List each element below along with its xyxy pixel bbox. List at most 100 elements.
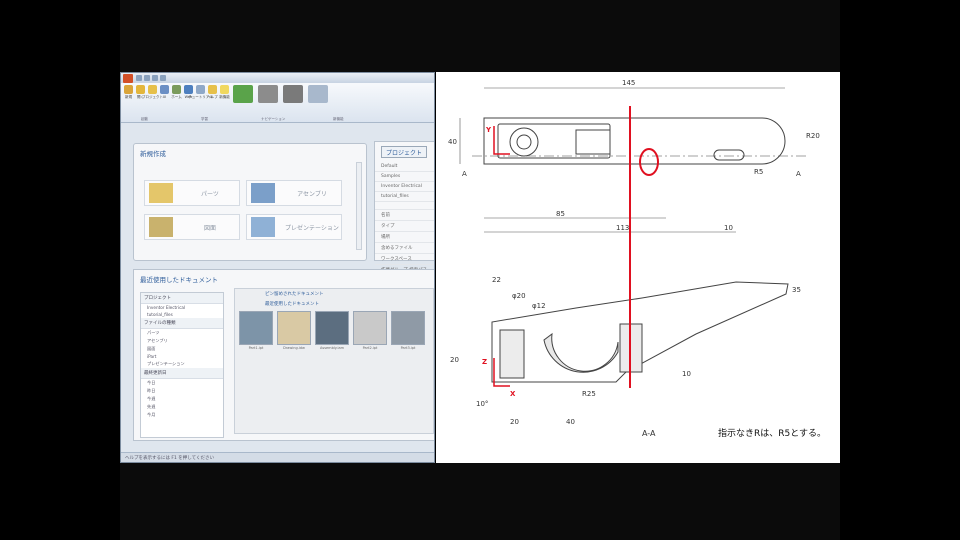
new-assembly-tile[interactable]: アセンブリ bbox=[246, 180, 342, 206]
project-row[interactable]: 場所 bbox=[375, 232, 434, 243]
project-row[interactable]: タイプ bbox=[375, 221, 434, 232]
new-panel-heading: 新規作成 bbox=[140, 150, 166, 158]
ribbon-button-learn[interactable] bbox=[307, 85, 329, 111]
engineering-drawing: 145 40 R20 85 113 10 R5 A A 22 φ20 φ12 2… bbox=[436, 72, 840, 463]
new-panel-scrollbar[interactable] bbox=[356, 162, 362, 250]
tree-item[interactable]: 昨日 bbox=[141, 387, 223, 395]
boss-outer bbox=[509, 127, 539, 157]
dim-145: 145 bbox=[622, 79, 635, 87]
project-row[interactable]: ワークスペース bbox=[375, 254, 434, 265]
project-row[interactable]: 名前 bbox=[375, 210, 434, 221]
dim-40: 40 bbox=[448, 138, 457, 146]
recent-thumbnails: ピン留めされたドキュメント 最近使用したドキュメント Part1.ipt Draw… bbox=[234, 288, 434, 434]
recent-documents-panel: 最近使用したドキュメント プロジェクト Inventor Electrical tu… bbox=[133, 269, 434, 441]
document-thumbnail[interactable] bbox=[353, 311, 387, 345]
ribbon-button-bulb[interactable]: 新機能 bbox=[219, 85, 230, 111]
document-thumbnail[interactable] bbox=[239, 311, 273, 345]
thumbnail-label: Part2.ipt bbox=[362, 346, 378, 350]
top-view bbox=[472, 117, 806, 165]
section-title: A-A bbox=[642, 429, 656, 438]
tile-label: アセンブリ bbox=[297, 190, 327, 198]
dim-angle: 10° bbox=[476, 400, 488, 408]
section-marker-right: A bbox=[796, 170, 801, 178]
section-hatch-left bbox=[499, 329, 525, 379]
ribbon-button-tutorial[interactable]: チュートリアル bbox=[188, 85, 213, 111]
dim-85: 85 bbox=[556, 210, 565, 218]
qat-undo-icon[interactable] bbox=[160, 75, 166, 81]
new-part-tile[interactable]: パーツ bbox=[144, 180, 240, 206]
tree-item[interactable]: アセンブリ bbox=[141, 337, 223, 345]
tree-group[interactable]: ファイルの種類 bbox=[141, 318, 223, 329]
tile-label: パーツ bbox=[201, 190, 219, 198]
project-button[interactable]: プロジェクト bbox=[381, 146, 427, 158]
document-thumbnail[interactable] bbox=[277, 311, 311, 345]
project-row[interactable]: Inventor Electrical bbox=[375, 182, 434, 192]
tree-item[interactable]: 先週 bbox=[141, 403, 223, 411]
ribbon-button-feature[interactable] bbox=[257, 85, 279, 111]
ribbon-group-label: ナビゲーション bbox=[261, 117, 286, 121]
tree-item[interactable]: 今日 bbox=[141, 379, 223, 387]
video-icon bbox=[283, 85, 303, 103]
dim-20-left: 20 bbox=[450, 356, 459, 364]
app-logo-icon[interactable] bbox=[123, 73, 133, 83]
tree-item[interactable]: 今月 bbox=[141, 411, 223, 419]
project-row[interactable]: 含めるファイル bbox=[375, 243, 434, 254]
red-axis-top bbox=[493, 126, 510, 155]
ribbon-button-ui[interactable]: UI bbox=[160, 85, 169, 111]
thumbnail-label: Drawing.idw bbox=[283, 346, 305, 350]
new-icon bbox=[124, 85, 133, 94]
ribbon-button-home[interactable]: ホーム bbox=[171, 85, 182, 111]
tree-item[interactable]: tutorial_files bbox=[141, 311, 223, 318]
ribbon-group-label: 新機能 bbox=[333, 117, 344, 121]
document-thumbnail[interactable] bbox=[391, 311, 425, 345]
oblong-slot bbox=[713, 149, 745, 161]
project-row[interactable]: tutorial_files bbox=[375, 192, 434, 202]
dim-113: 113 bbox=[616, 224, 629, 232]
project-row[interactable]: Samples bbox=[375, 172, 434, 182]
dim-35: 35 bbox=[792, 286, 801, 294]
tree-item[interactable]: 今週 bbox=[141, 395, 223, 403]
ribbon-group-label: 学習 bbox=[201, 117, 208, 121]
dim-r20: R20 bbox=[806, 132, 820, 140]
ribbon-group-label: 起動 bbox=[141, 117, 148, 121]
tree-item[interactable]: 図面 bbox=[141, 345, 223, 353]
video-bottom-band bbox=[120, 463, 840, 540]
ribbon-button-help[interactable]: ヘルプ bbox=[207, 85, 218, 111]
document-thumbnail[interactable] bbox=[315, 311, 349, 345]
qat-save-icon[interactable] bbox=[152, 75, 158, 81]
video-top-band bbox=[120, 0, 840, 72]
tree-item[interactable]: プレゼンテーション bbox=[141, 360, 223, 368]
ribbon-button-model[interactable] bbox=[232, 85, 254, 111]
help-icon bbox=[208, 85, 217, 94]
ribbon-button-new[interactable]: 新規 bbox=[124, 85, 133, 111]
assembly-icon bbox=[251, 183, 275, 203]
section-bore bbox=[543, 332, 619, 373]
qat-new-icon[interactable] bbox=[136, 75, 142, 81]
tree-group[interactable]: プロジェクト bbox=[141, 293, 223, 304]
thumbnail-label: Assembly.iam bbox=[319, 346, 344, 350]
new-drawing-tile[interactable]: 図面 bbox=[144, 214, 240, 240]
drawing-icon bbox=[149, 217, 173, 237]
ribbon-button-project[interactable]: プロジェクト bbox=[142, 85, 163, 111]
project-row[interactable]: Default bbox=[375, 162, 434, 172]
dim-phi20: φ20 bbox=[512, 292, 526, 300]
tree-item[interactable]: iPart bbox=[141, 353, 223, 360]
tile-label: 図面 bbox=[203, 224, 216, 232]
tree-group[interactable]: 最終更新日 bbox=[141, 368, 223, 379]
ribbon-button-label: ホーム bbox=[171, 95, 182, 99]
dim-r25: R25 bbox=[582, 390, 596, 398]
ribbon-button-label: 新規 bbox=[125, 95, 132, 99]
tree-item[interactable]: Inventor Electrical bbox=[141, 304, 223, 311]
axis-x-label: X bbox=[510, 390, 516, 398]
qat-open-icon[interactable] bbox=[144, 75, 150, 81]
section-marker-left: A bbox=[462, 170, 467, 178]
new-presentation-tile[interactable]: プレゼンテーション bbox=[246, 214, 342, 240]
tile-label: プレゼンテーション bbox=[285, 224, 339, 232]
ribbon-button-label: UI bbox=[162, 95, 167, 99]
tree-item[interactable]: パーツ bbox=[141, 329, 223, 337]
drawing-svg: 145 40 R20 85 113 10 R5 A A 22 φ20 φ12 2… bbox=[448, 79, 826, 439]
project-row[interactable] bbox=[375, 202, 434, 210]
red-circle-mark bbox=[639, 148, 659, 176]
dim-20-bottom: 20 bbox=[510, 418, 519, 426]
ribbon-button-video[interactable] bbox=[282, 85, 304, 111]
